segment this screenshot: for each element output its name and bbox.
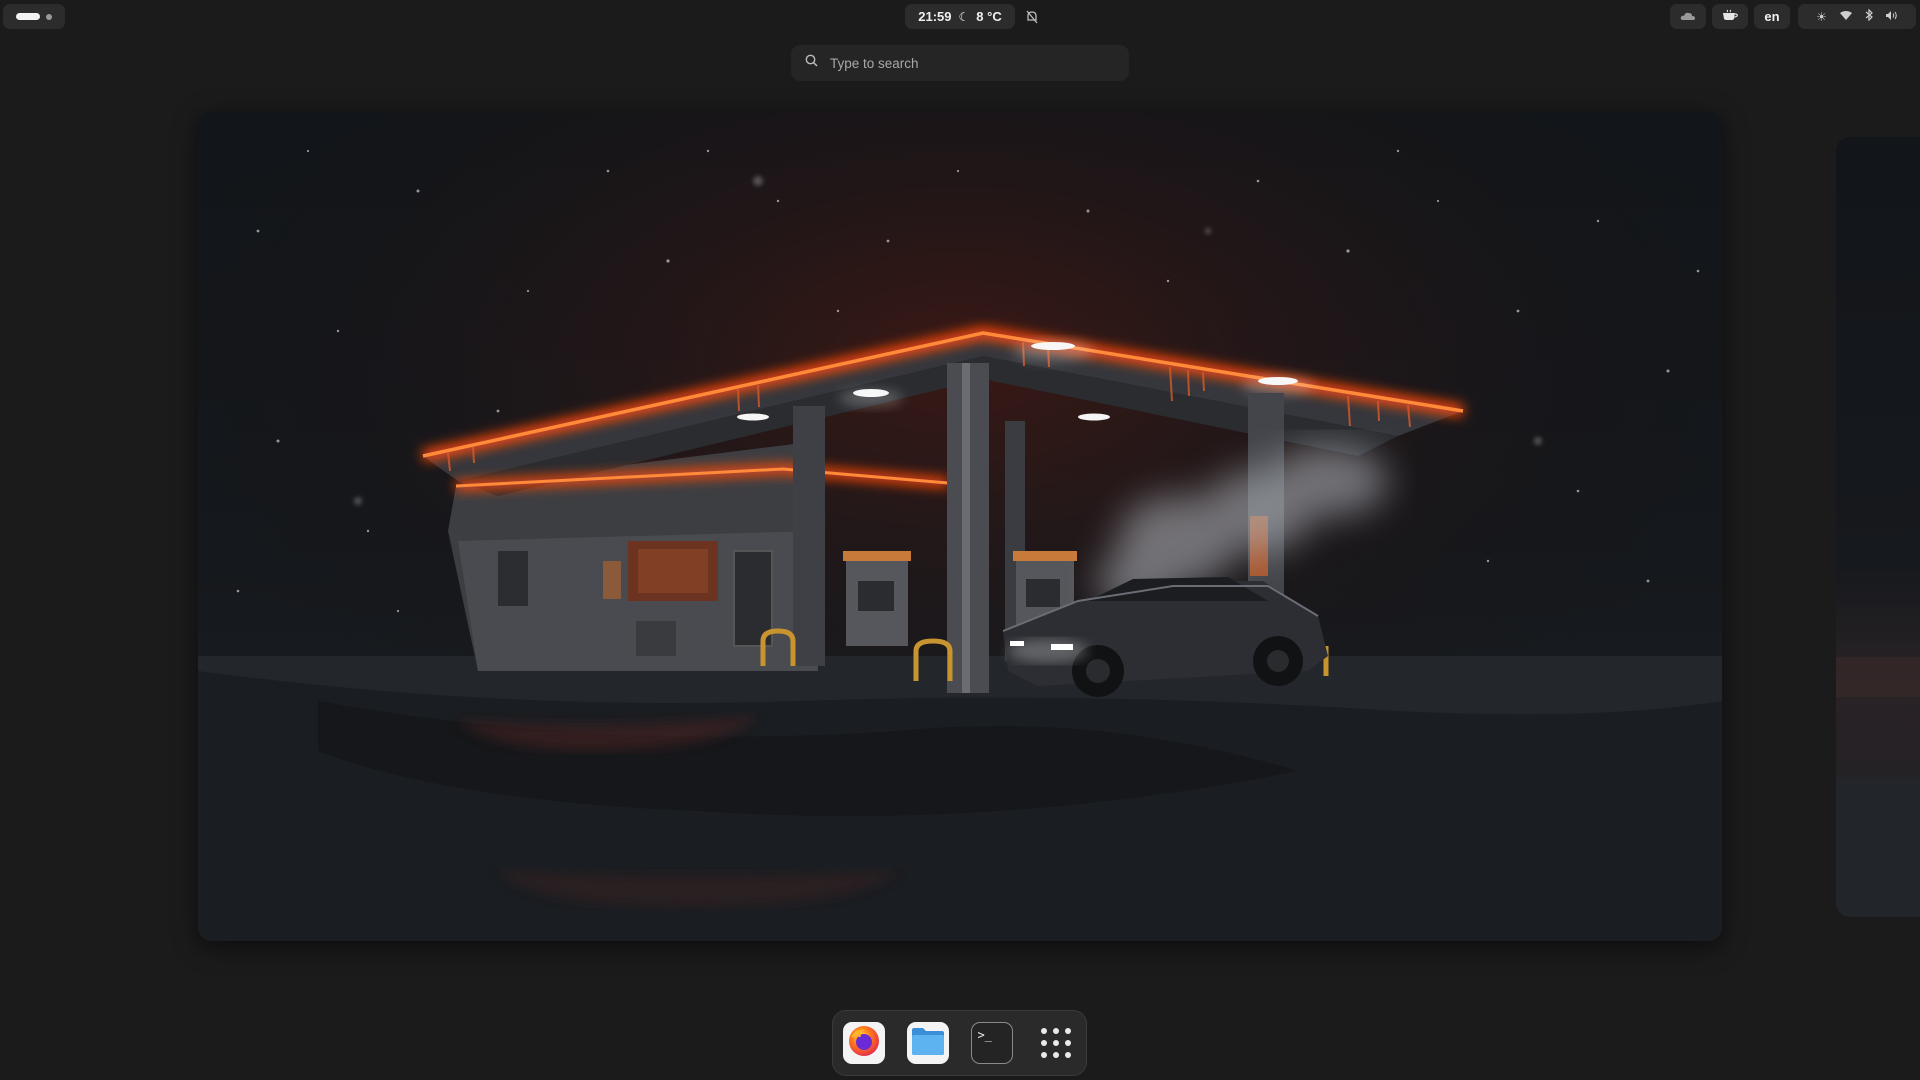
clock-button[interactable]: 21:59 ☾ 8 °C xyxy=(905,4,1015,29)
top-bar: 21:59 ☾ 8 °C en ☀ xyxy=(0,0,1920,34)
notifications-off-icon[interactable] xyxy=(1022,7,1042,27)
quick-settings-button[interactable]: ☀ xyxy=(1798,4,1916,29)
search-icon xyxy=(805,54,818,72)
dock-item-files[interactable] xyxy=(906,1022,949,1064)
keyboard-layout-button[interactable]: en xyxy=(1754,4,1790,29)
firefox-icon xyxy=(847,1024,881,1063)
workspace-thumbnail-next[interactable] xyxy=(1836,137,1920,917)
workspace-dot xyxy=(46,13,52,20)
caffeine-tray-button[interactable] xyxy=(1712,4,1748,29)
cloud-tray-button[interactable] xyxy=(1670,4,1706,29)
search-bar[interactable] xyxy=(791,45,1129,81)
coffee-cup-icon xyxy=(1722,8,1738,26)
weather-temperature: 8 °C xyxy=(976,9,1002,24)
show-apps-button[interactable] xyxy=(1035,1022,1077,1064)
bluetooth-icon xyxy=(1865,8,1873,24)
app-grid-icon xyxy=(1040,1028,1071,1058)
clock-time: 21:59 xyxy=(918,9,952,24)
active-workspace-indicator xyxy=(16,13,40,20)
terminal-icon: >_ xyxy=(977,1028,992,1042)
workspace-thumbnail-current[interactable] xyxy=(198,111,1722,941)
files-folder-icon xyxy=(911,1026,945,1061)
moon-icon: ☾ xyxy=(958,9,970,24)
keyboard-layout-label: en xyxy=(1764,9,1780,24)
search-input[interactable] xyxy=(828,54,1102,72)
wifi-icon xyxy=(1839,10,1853,24)
cloud-icon xyxy=(1680,8,1696,26)
dock-item-firefox[interactable] xyxy=(842,1022,885,1064)
dock-item-terminal[interactable]: >_ xyxy=(970,1022,1013,1064)
wallpaper-image xyxy=(198,111,1722,941)
next-workspace-wallpaper xyxy=(1836,657,1920,697)
activities-button[interactable] xyxy=(3,4,65,29)
brightness-icon: ☀ xyxy=(1816,9,1827,24)
volume-icon xyxy=(1885,10,1898,24)
dock: >_ xyxy=(832,1010,1087,1076)
